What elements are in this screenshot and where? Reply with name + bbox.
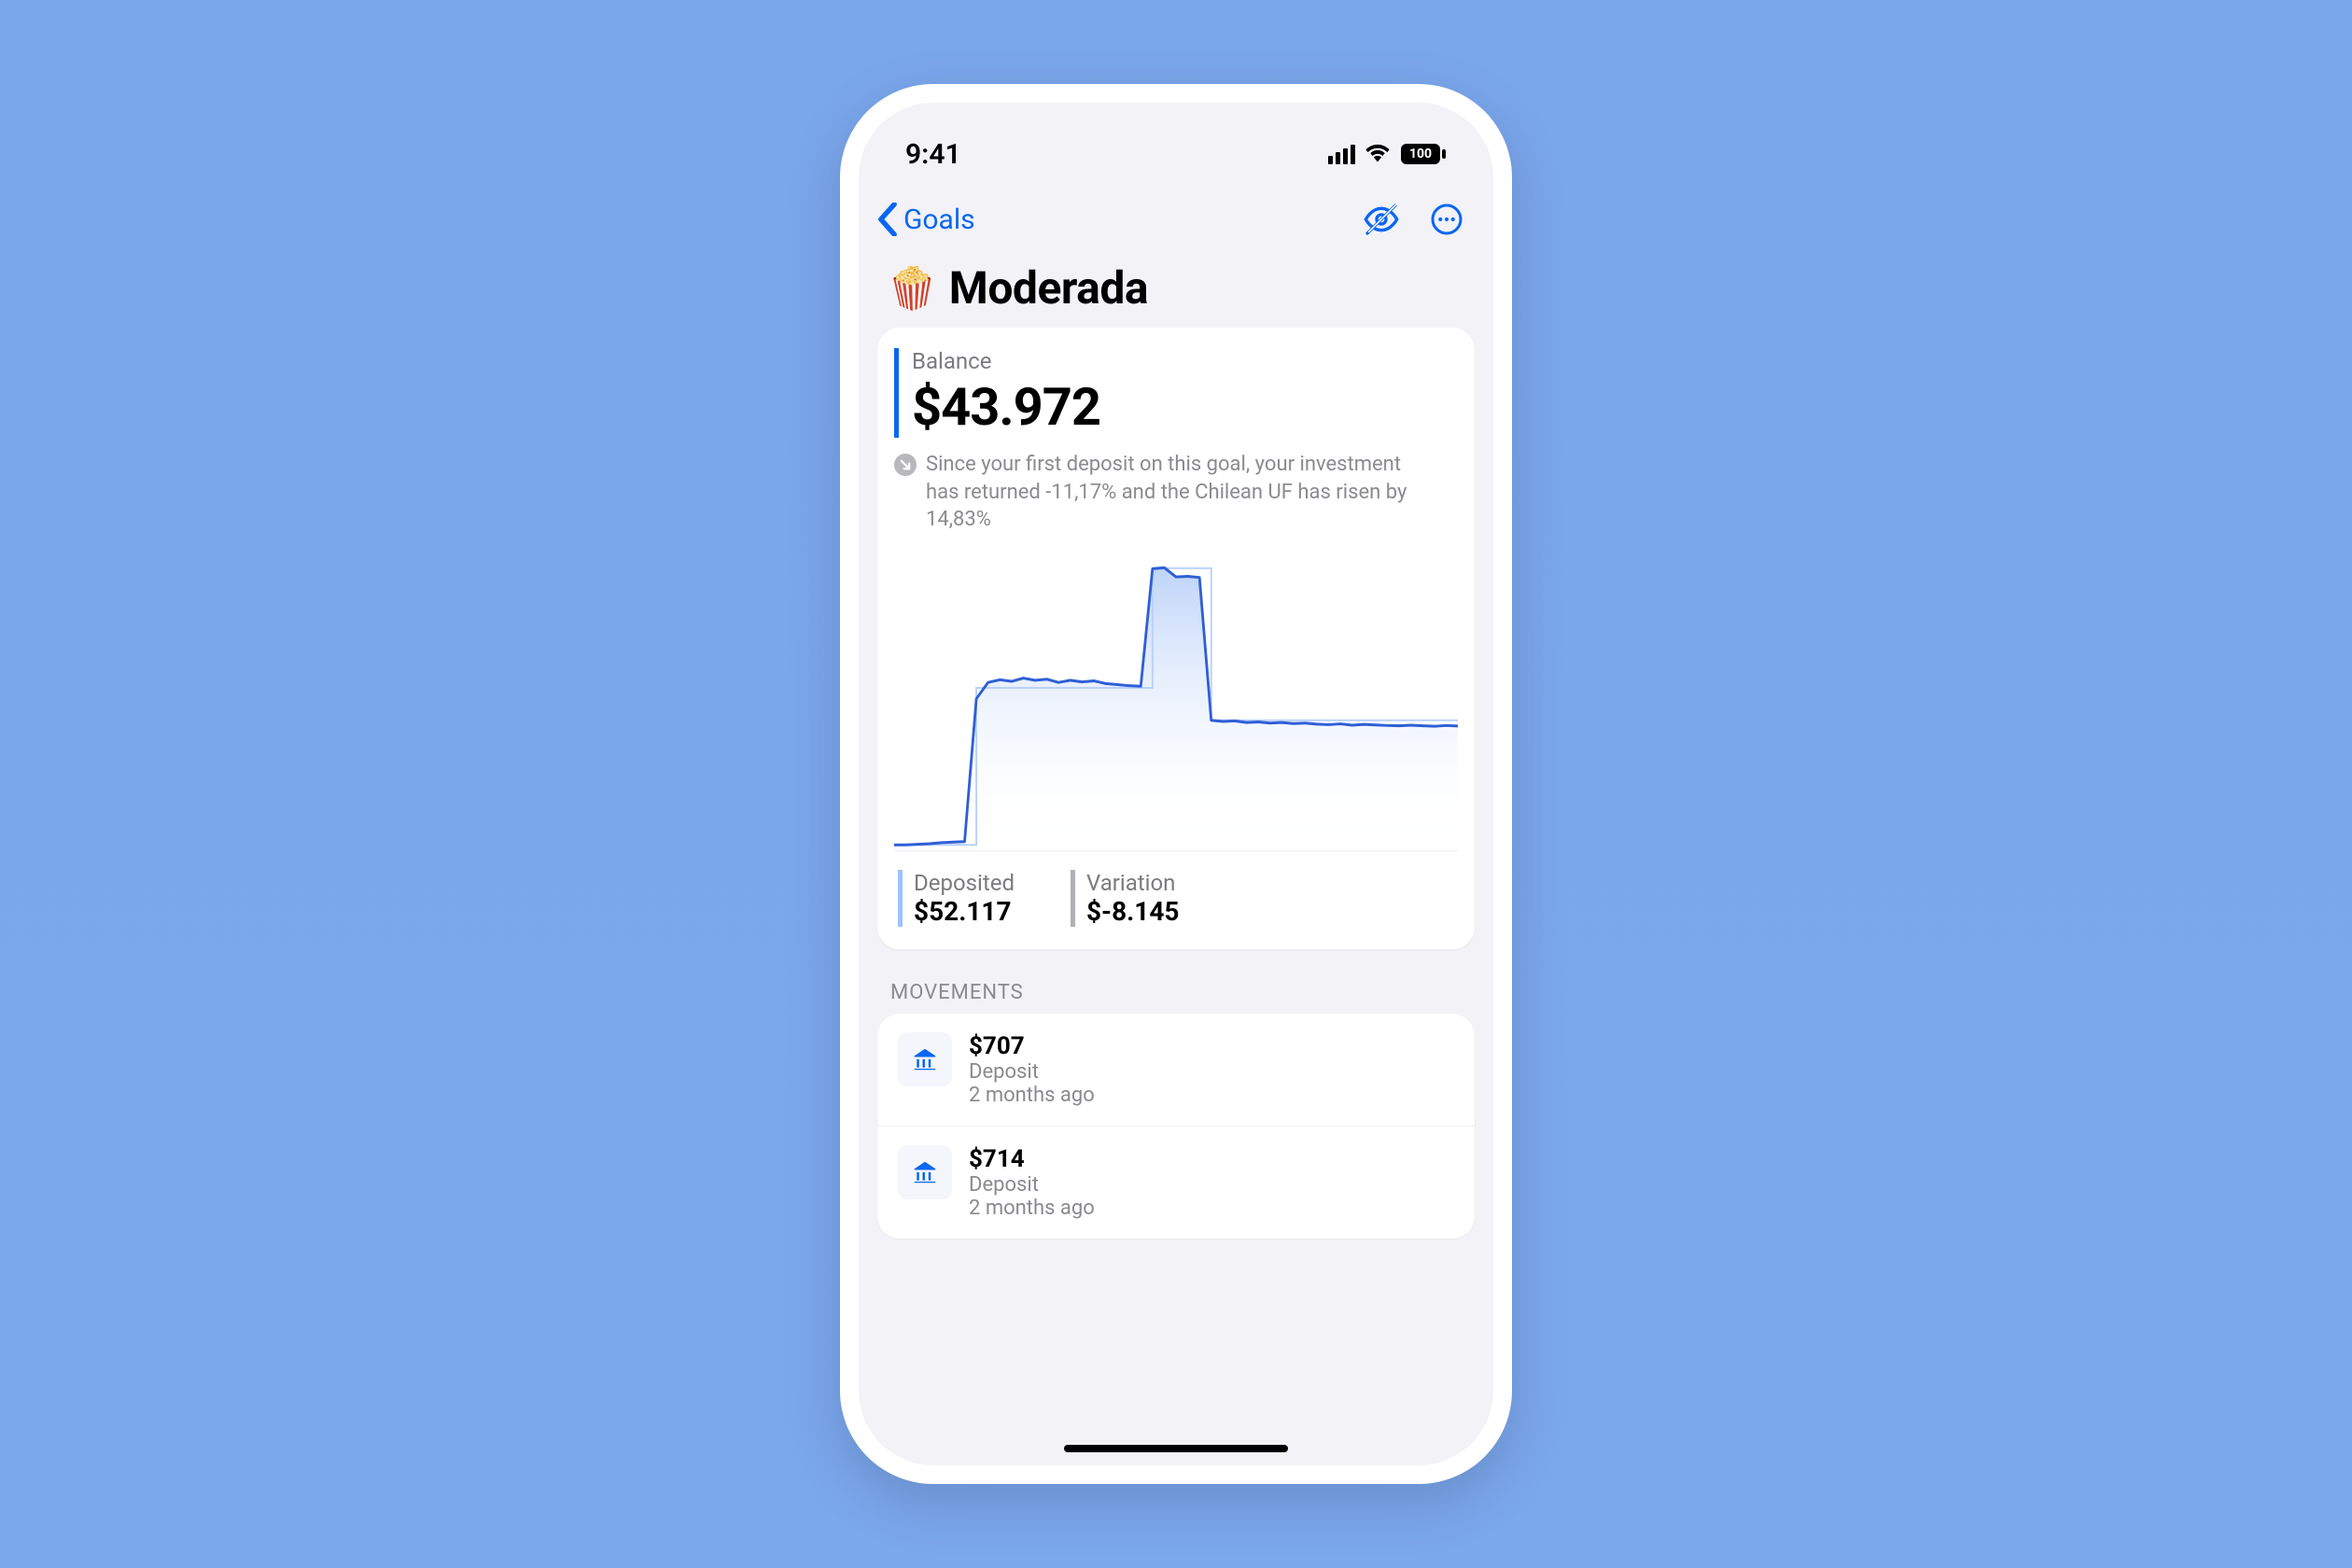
- balance-label: Balance: [912, 348, 1458, 374]
- balance-chart[interactable]: [894, 553, 1458, 851]
- metric-deposited: Deposited $52.117: [898, 870, 1015, 927]
- bank-icon: [898, 1032, 952, 1086]
- page-title-row: 🍿 Moderada: [859, 252, 1493, 328]
- ellipsis-circle-icon: [1430, 203, 1463, 236]
- hide-balance-button[interactable]: [1361, 199, 1402, 240]
- status-icons: 100: [1328, 142, 1447, 166]
- status-bar: 9:41 100: [859, 103, 1493, 187]
- wifi-icon: [1365, 142, 1391, 166]
- balance-card: Balance $43.972 Since your first deposit…: [877, 328, 1475, 949]
- movement-row[interactable]: $707 Deposit 2 months ago: [877, 1014, 1475, 1127]
- movement-time: 2 months ago: [969, 1084, 1095, 1107]
- movement-type: Deposit: [969, 1173, 1095, 1197]
- movement-amount: $707: [969, 1032, 1095, 1060]
- nav-bar: Goals: [859, 187, 1493, 252]
- phone-frame: 9:41 100 Goal: [840, 84, 1512, 1484]
- info-arrow-icon: [894, 454, 917, 476]
- more-options-button[interactable]: [1426, 199, 1467, 240]
- metric-variation: Variation $-8.145: [1071, 870, 1179, 927]
- battery-level-label: 100: [1400, 147, 1441, 161]
- metric-variation-value: $-8.145: [1086, 896, 1179, 927]
- battery-icon: 100: [1400, 143, 1447, 165]
- screen: 9:41 100 Goal: [859, 103, 1493, 1465]
- cellular-signal-icon: [1328, 145, 1355, 164]
- eye-off-icon: [1363, 201, 1400, 238]
- balance-info-text: Since your first deposit on this goal, y…: [926, 451, 1430, 534]
- movements-header: MOVEMENTS: [877, 949, 1475, 1014]
- metric-variation-label: Variation: [1086, 870, 1179, 896]
- back-button[interactable]: Goals: [875, 203, 975, 236]
- movement-row[interactable]: $714 Deposit 2 months ago: [877, 1127, 1475, 1239]
- bank-icon: [898, 1145, 952, 1199]
- movement-list: $707 Deposit 2 months ago $714 Deposit 2…: [877, 1014, 1475, 1239]
- metric-deposited-label: Deposited: [914, 870, 1015, 896]
- metric-deposited-value: $52.117: [914, 896, 1015, 927]
- goal-emoji: 🍿: [887, 264, 938, 313]
- movement-time: 2 months ago: [969, 1197, 1095, 1220]
- movement-type: Deposit: [969, 1060, 1095, 1084]
- balance-amount: $43.972: [912, 376, 1458, 438]
- home-indicator[interactable]: [1064, 1445, 1288, 1452]
- movement-amount: $714: [969, 1145, 1095, 1173]
- chevron-left-icon: [875, 203, 900, 236]
- status-time: 9:41: [905, 138, 961, 171]
- back-label: Goals: [903, 203, 975, 236]
- page-title: Moderada: [949, 261, 1148, 315]
